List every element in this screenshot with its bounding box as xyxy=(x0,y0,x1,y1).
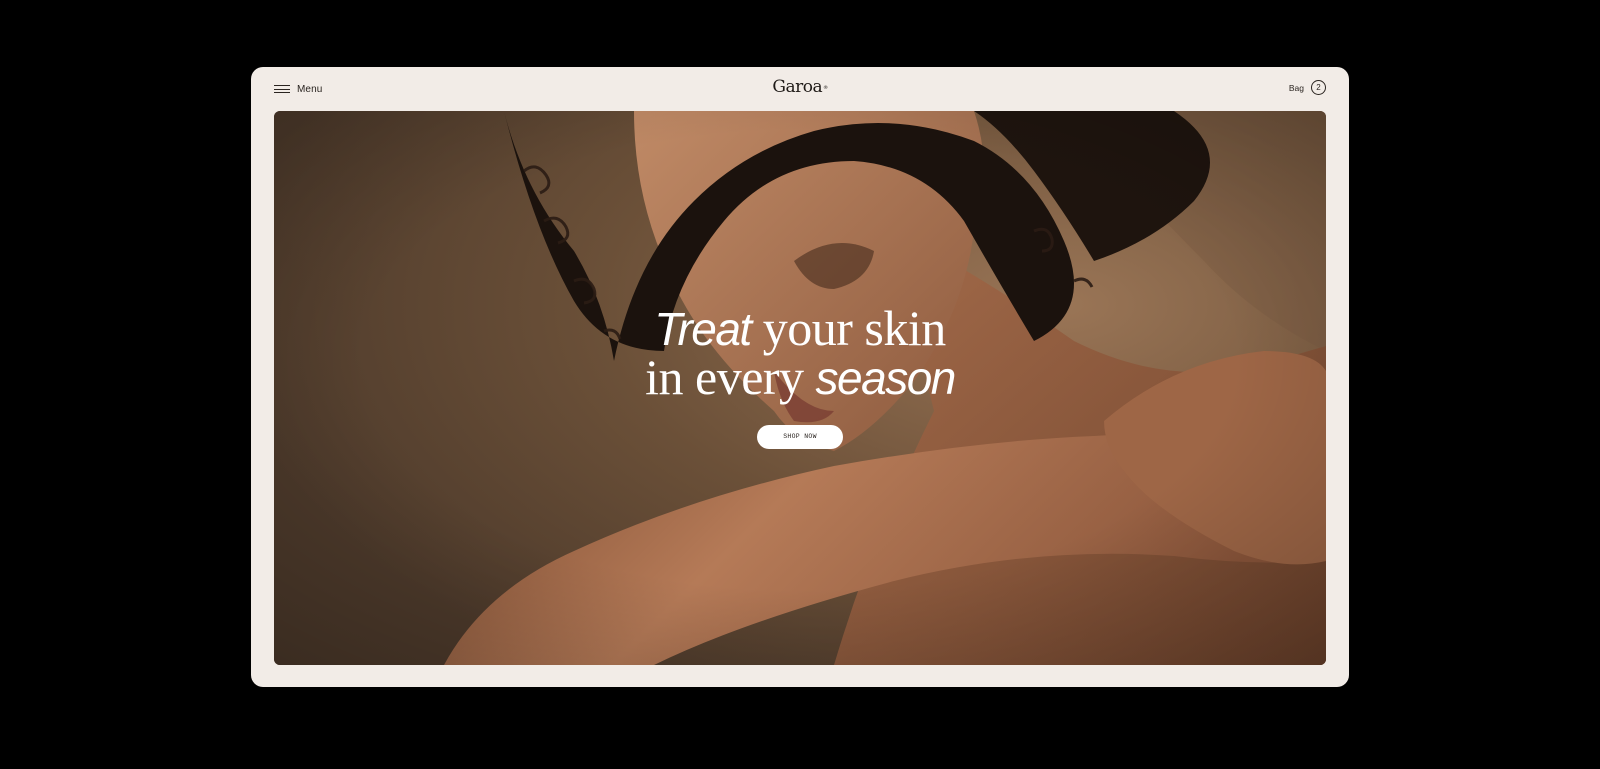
headline-line2-start: in every xyxy=(645,349,816,405)
site-frame: Menu Garoa® Bag 2 Treat your skin in eve… xyxy=(251,67,1349,687)
site-header: Menu Garoa® Bag 2 xyxy=(251,67,1349,111)
hero-banner: Treat your skin in every season SHOP NOW xyxy=(274,111,1326,665)
registered-mark: ® xyxy=(823,85,828,91)
shop-now-button[interactable]: SHOP NOW xyxy=(757,425,843,449)
headline-italic-treat: Treat xyxy=(654,303,752,355)
hero-content: Treat your skin in every season SHOP NOW xyxy=(274,303,1326,449)
bag-count-badge: 2 xyxy=(1311,80,1326,95)
headline-line1-rest: your skin xyxy=(750,300,947,356)
bag-label: Bag xyxy=(1288,82,1304,93)
brand-logo[interactable]: Garoa® xyxy=(251,77,1349,97)
bag-button[interactable]: Bag 2 xyxy=(1289,80,1326,95)
headline-italic-season: season xyxy=(815,352,957,404)
hero-headline: Treat your skin in every season xyxy=(274,303,1326,405)
brand-name: Garoa xyxy=(772,77,823,97)
